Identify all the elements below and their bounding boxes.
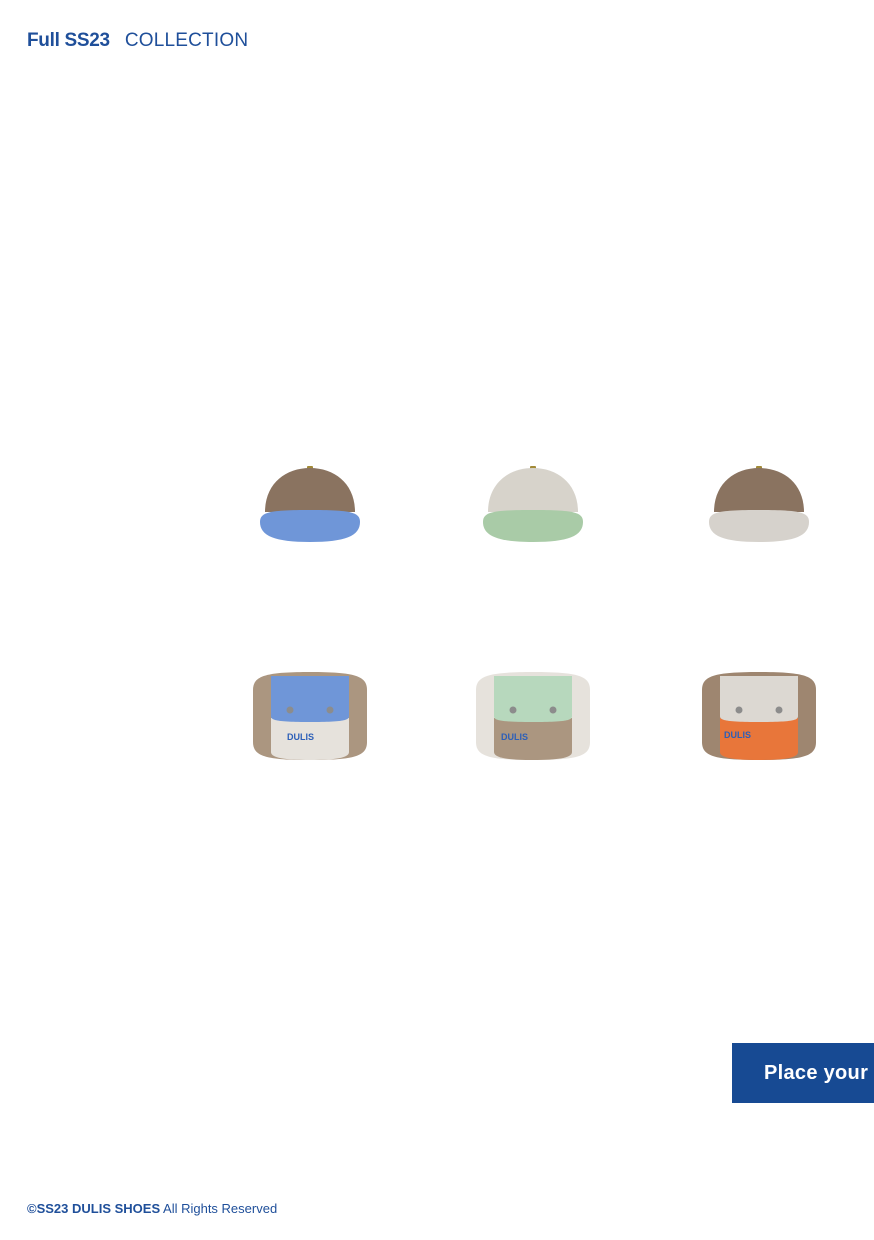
product-cap-1[interactable] (235, 450, 385, 560)
product-cap-3[interactable] (684, 450, 834, 560)
title-light: COLLECTION (124, 30, 249, 51)
cap-crown (488, 468, 578, 512)
cap-crown (265, 468, 355, 512)
page-title: Full SS23 COLLECTION (27, 30, 248, 56)
cap-icon (483, 466, 583, 542)
footer-copyright: ©SS23 DULIS SHOES All Rights Reserved (27, 1201, 277, 1216)
cap-brim (260, 510, 360, 542)
product-cap-2[interactable] (458, 450, 608, 560)
pocket-cap-icon: DULIS (702, 672, 816, 760)
pocket-flap (720, 676, 798, 722)
pocket-flap (271, 676, 349, 722)
pocket-cap-icon: DULIS (476, 672, 590, 760)
snap-button (775, 706, 783, 714)
snap-button (326, 706, 334, 714)
brand-label: DULIS (724, 730, 751, 740)
snap-button (549, 706, 557, 714)
title-bold: Full SS23 (27, 30, 110, 51)
pocket-cap-icon: DULIS (253, 672, 367, 760)
product-pocket-cap-1[interactable]: DULIS (235, 660, 385, 770)
product-pocket-cap-2[interactable]: DULIS (458, 660, 608, 770)
snap-button (509, 706, 517, 714)
place-order-button[interactable]: Place your (732, 1043, 874, 1103)
pocket-flap (494, 676, 572, 722)
product-pocket-cap-3[interactable]: DULIS (684, 660, 834, 770)
snap-button (735, 706, 743, 714)
catalog-page: Full SS23 COLLECTION DULIS DULIS DULIS P… (0, 0, 874, 1240)
cap-icon (260, 466, 360, 542)
cap-icon (709, 466, 809, 542)
cap-brim (709, 510, 809, 542)
footer-brand: ©SS23 DULIS SHOES (27, 1201, 161, 1216)
cap-brim (483, 510, 583, 542)
brand-label: DULIS (287, 732, 314, 742)
footer-rights: All Rights Reserved (160, 1201, 278, 1216)
snap-button (286, 706, 294, 714)
cap-crown (714, 468, 804, 512)
brand-label: DULIS (501, 732, 528, 742)
